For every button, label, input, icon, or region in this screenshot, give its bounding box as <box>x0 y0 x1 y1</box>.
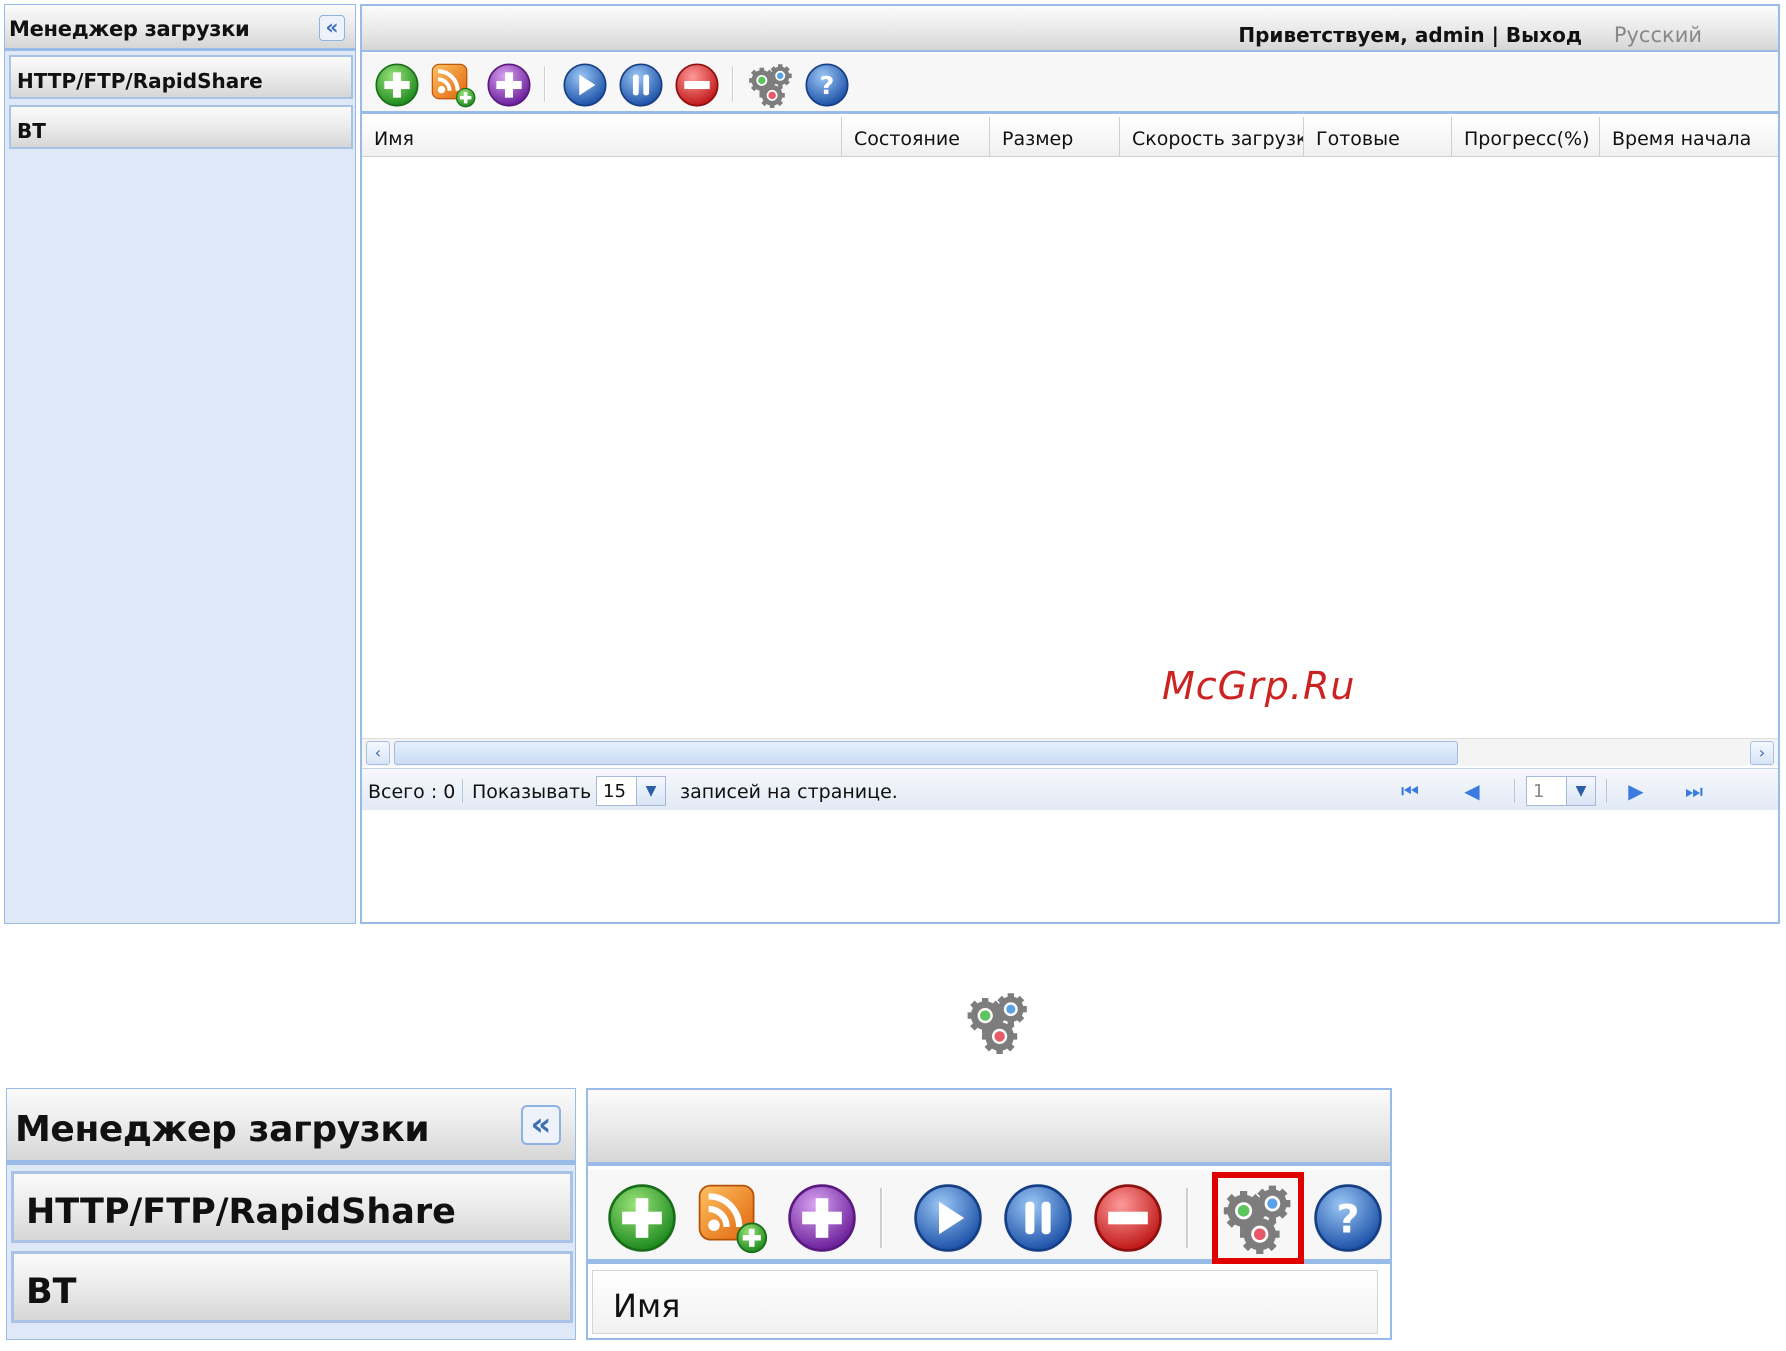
add-rss-button[interactable] <box>430 62 476 108</box>
watermark: McGrp.Ru <box>1162 664 1356 708</box>
paging-bar-area: Всего : 0 Показывать 15 ▼ записей на стр… <box>362 768 1778 922</box>
add-task-button[interactable] <box>374 62 420 108</box>
toolbar-divider <box>1186 1188 1189 1248</box>
help-button[interactable] <box>1312 1182 1384 1254</box>
pause-button[interactable] <box>1002 1182 1074 1254</box>
zoom-sidebar-item-bt[interactable]: BT <box>11 1251 573 1323</box>
toolbar-divider <box>544 66 546 102</box>
separator: | <box>1491 23 1499 47</box>
zoom-sidebar-item-http-ftp-rapidshare[interactable]: HTTP/FTP/RapidShare <box>11 1171 573 1243</box>
page-size-value: 15 <box>603 781 626 802</box>
paging-divider <box>1606 779 1607 803</box>
column-header-size[interactable]: Размер <box>990 117 1120 157</box>
total-count: Всего : 0 <box>368 781 456 803</box>
next-page-icon[interactable]: ▶ <box>1624 779 1648 803</box>
zoom-app-title: Менеджер загрузки <box>15 1109 430 1150</box>
zoom-toolbar <box>588 1170 1390 1264</box>
language-selector[interactable]: Русский <box>1614 23 1702 47</box>
zoom-sidebar-header: Менеджер загрузки « <box>7 1089 575 1165</box>
logout-link[interactable]: Выход <box>1506 23 1582 47</box>
settings-gears-button[interactable] <box>748 62 794 108</box>
double-chevron-left-icon[interactable]: « <box>319 15 345 41</box>
scroll-left-icon[interactable]: ‹ <box>366 741 390 765</box>
paging-toolbar: Всего : 0 Показывать 15 ▼ записей на стр… <box>362 768 1778 810</box>
sidebar-item-http-ftp-rapidshare[interactable]: HTTP/FTP/RapidShare <box>9 55 353 99</box>
zoomed-toolbar-view: Менеджер загрузки « HTTP/FTP/RapidShare … <box>6 1088 1392 1340</box>
toolbar-divider <box>732 66 734 102</box>
welcome-block: Приветствуем, admin | Выход <box>1238 23 1582 47</box>
page-number-value: 1 <box>1533 781 1545 802</box>
column-header-status[interactable]: Состояние <box>842 117 990 157</box>
page-number-select[interactable]: 1 ▼ <box>1526 776 1596 806</box>
settings-gears-button[interactable] <box>1222 1182 1294 1254</box>
column-header-progress[interactable]: Прогресс(%) <box>1452 117 1600 157</box>
column-header-download-speed[interactable]: Скорость загрузки <box>1120 117 1304 157</box>
start-button[interactable] <box>912 1182 984 1254</box>
add-bt-button[interactable] <box>786 1182 858 1254</box>
gears-icon <box>966 990 1030 1054</box>
grid-header: Имя Состояние Размер Скорость загрузки Г… <box>362 117 1778 157</box>
toolbar <box>362 54 1778 114</box>
zoom-sidebar: Менеджер загрузки « HTTP/FTP/RapidShare … <box>6 1088 576 1340</box>
toolbar-divider <box>880 1188 883 1248</box>
scroll-right-icon[interactable]: › <box>1750 741 1774 765</box>
column-header-completed[interactable]: Готовые <box>1304 117 1452 157</box>
paging-divider <box>462 779 463 803</box>
first-page-icon[interactable]: ⏮ <box>1398 779 1422 803</box>
add-rss-button[interactable] <box>696 1182 768 1254</box>
add-bt-button[interactable] <box>486 62 532 108</box>
download-manager-screen: Менеджер загрузки « HTTP/FTP/RapidShare … <box>4 4 1780 924</box>
sidebar-header: Менеджер загрузки « <box>5 5 355 51</box>
double-chevron-left-icon[interactable]: « <box>521 1105 561 1145</box>
remove-button[interactable] <box>1092 1182 1164 1254</box>
show-label: Показывать <box>472 781 592 803</box>
remove-button[interactable] <box>674 62 720 108</box>
last-page-icon[interactable]: ⏭ <box>1682 779 1706 803</box>
add-task-button[interactable] <box>606 1182 678 1254</box>
column-header-start-time[interactable]: Время начала <box>1600 117 1778 157</box>
scroll-thumb[interactable] <box>394 741 1458 765</box>
help-button[interactable] <box>804 62 850 108</box>
prev-page-icon[interactable]: ◀ <box>1460 779 1484 803</box>
page-size-select[interactable]: 15 ▼ <box>596 776 666 806</box>
app-title: Менеджер загрузки <box>9 17 250 41</box>
zoom-top-bar <box>588 1090 1390 1166</box>
zoom-main-panel: Имя <box>586 1088 1392 1340</box>
pause-button[interactable] <box>618 62 664 108</box>
greeting-text: Приветствуем, admin <box>1238 23 1485 47</box>
sidebar-item-bt[interactable]: BT <box>9 105 353 149</box>
horizontal-scrollbar[interactable]: ‹ › <box>362 738 1778 766</box>
chevron-down-icon[interactable]: ▼ <box>1566 777 1595 805</box>
sidebar: Менеджер загрузки « HTTP/FTP/RapidShare … <box>4 4 356 924</box>
start-button[interactable] <box>562 62 608 108</box>
top-bar: Приветствуем, admin | Выход Русский <box>362 6 1778 52</box>
zoom-grid-header: Имя <box>592 1270 1378 1334</box>
paging-divider <box>1514 779 1515 803</box>
chevron-down-icon[interactable]: ▼ <box>636 777 665 805</box>
column-header-name[interactable]: Имя <box>362 117 842 157</box>
zoom-column-header-name[interactable]: Имя <box>613 1287 680 1325</box>
per-page-label: записей на странице. <box>680 781 898 803</box>
main-panel: Приветствуем, admin | Выход Русский Имя … <box>360 4 1780 924</box>
